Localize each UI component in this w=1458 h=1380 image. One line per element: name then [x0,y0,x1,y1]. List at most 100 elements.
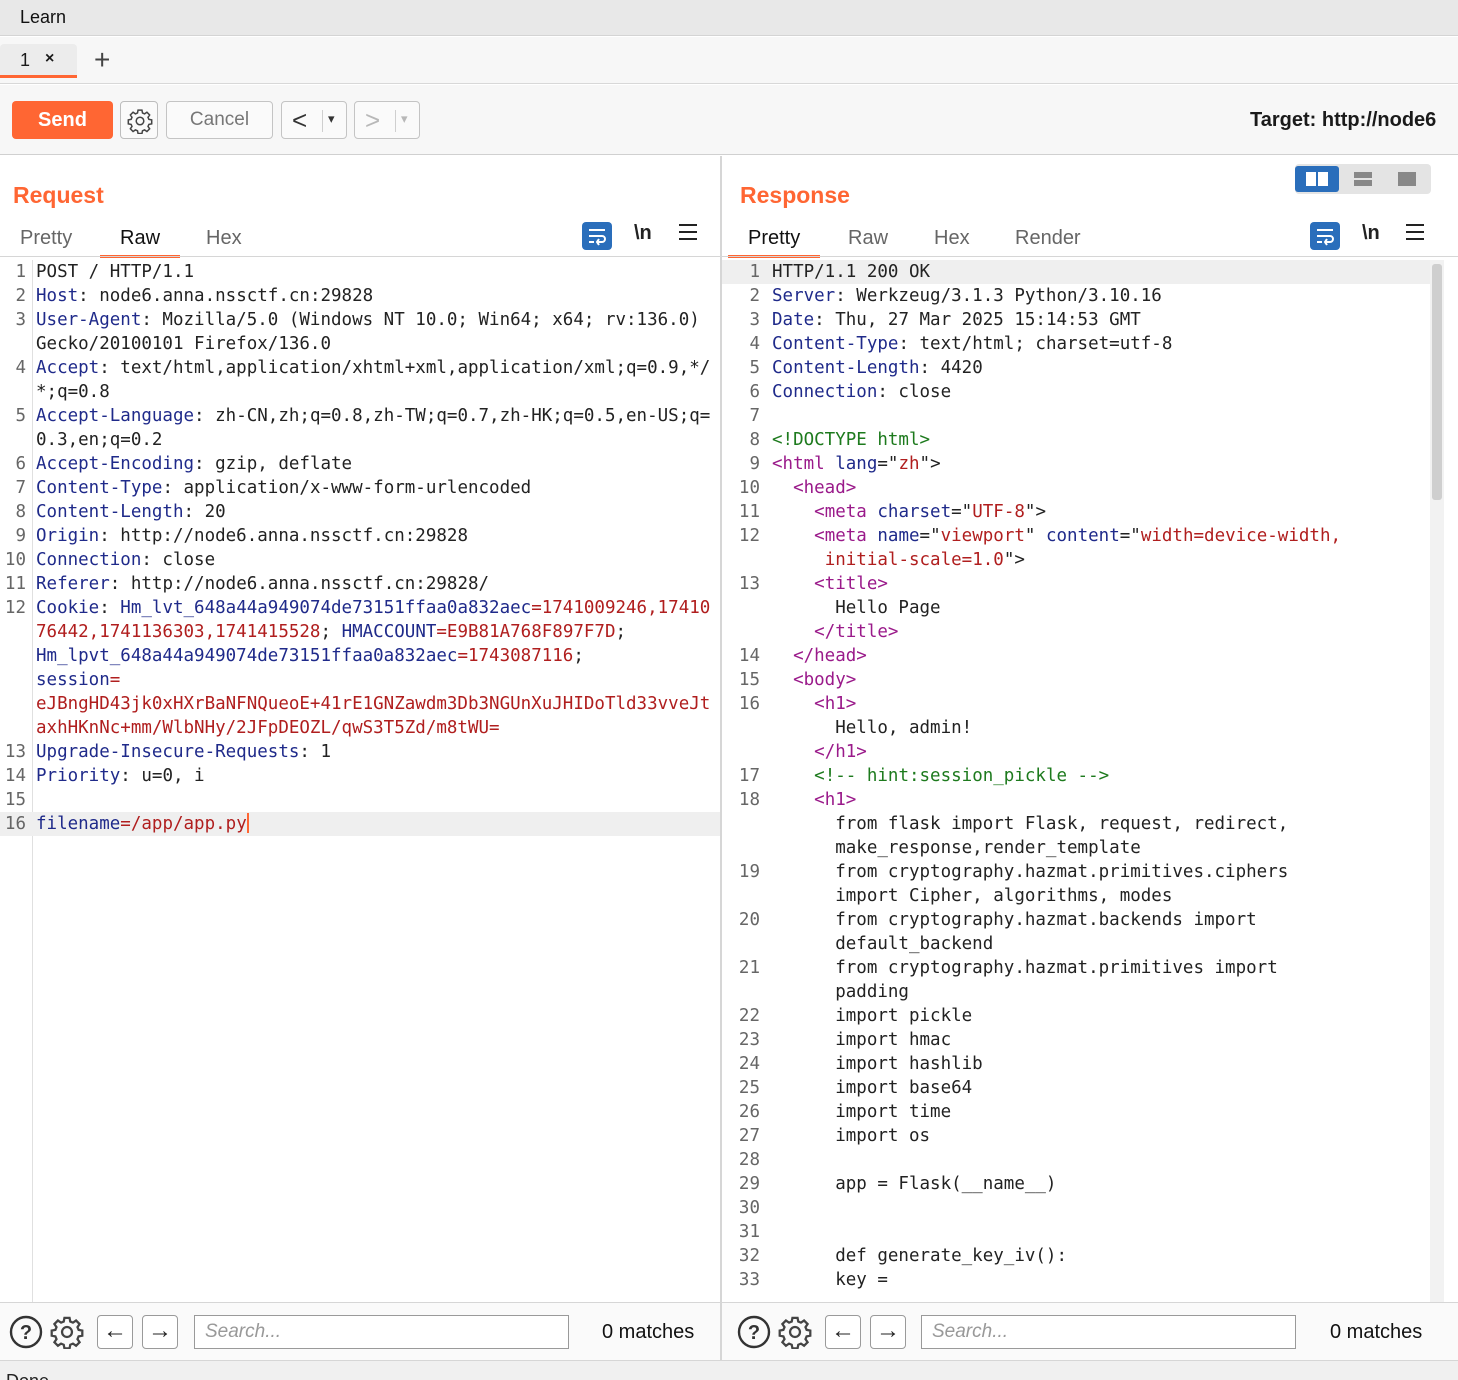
line-content: def generate_key_iv(): [772,1246,1068,1266]
code-line[interactable]: 10 <head> [722,476,1430,500]
code-line[interactable]: 22 import pickle [722,1004,1430,1028]
code-line[interactable]: 13 <title> Hello Page </title> [722,572,1430,644]
code-line[interactable]: 27 import os [722,1124,1430,1148]
newline-toggle-icon[interactable]: \n [634,222,652,245]
code-line[interactable]: 5 Content-Length: 4420 [722,356,1430,380]
response-scrollbar[interactable] [1430,260,1444,1302]
code-line[interactable]: 4 Accept: text/html,application/xhtml+xml… [0,356,720,404]
history-back-button[interactable]: < ▾ [281,101,347,139]
code-line[interactable]: 5 Accept-Language: zh-CN,zh;q=0.8,zh-TW;q… [0,404,720,452]
tab-raw[interactable]: Raw [828,224,908,258]
settings-button[interactable] [120,101,158,139]
line-content: Accept-Encoding: gzip, deflate [36,454,353,474]
tab-raw[interactable]: Raw [100,224,181,258]
tab-hex[interactable]: Hex [914,224,990,258]
response-editor[interactable]: 1 HTTP/1.1 200 OK 2 Server: Werkzeug/3.1.3 … [722,260,1430,1302]
line-content: Server: Werkzeug/3.1.3 Python/3.10.16 [772,286,1162,306]
search-input[interactable]: Search... [921,1315,1296,1349]
code-line[interactable]: 2 Server: Werkzeug/3.1.3 Python/3.10.16 [722,284,1430,308]
search-input[interactable]: Search... [194,1315,569,1349]
next-match-button[interactable]: → [870,1315,906,1349]
tab-1[interactable]: 1 × [0,44,77,78]
menu-learn[interactable]: Learn [20,7,66,28]
code-line[interactable]: 16 filename=/app/app.py [0,812,720,836]
code-line[interactable]: 13 Upgrade-Insecure-Requests: 1 [0,740,720,764]
code-line[interactable]: 15 [0,788,720,812]
chevron-down-icon[interactable]: ▾ [328,111,335,127]
line-content: import os [772,1126,931,1146]
code-line[interactable]: 11 Referer: http://node6.anna.nssctf.cn:2… [0,572,720,596]
code-line[interactable]: 2 Host: node6.anna.nssctf.cn:29828 [0,284,720,308]
code-line[interactable]: 20 from cryptography.hazmat.backends imp… [722,908,1430,956]
code-line[interactable]: 30 [722,1196,1430,1220]
code-line[interactable]: 6 Accept-Encoding: gzip, deflate [0,452,720,476]
newline-toggle-icon[interactable]: \n [1362,222,1380,245]
wrap-lines-icon[interactable] [1310,222,1340,250]
tab-pretty[interactable]: Pretty [728,224,821,258]
code-line[interactable]: 17 <!-- hint:session_pickle --> [722,764,1430,788]
menu-icon[interactable] [679,224,697,245]
code-line[interactable]: 10 Connection: close [0,548,720,572]
previous-match-button[interactable]: ← [825,1315,861,1349]
request-search-bar: ? ← → Search... 0 matches [0,1302,720,1360]
code-line[interactable]: 4 Content-Type: text/html; charset=utf-8 [722,332,1430,356]
code-line[interactable]: 19 from cryptography.hazmat.primitives.c… [722,860,1430,908]
code-line[interactable]: 1 HTTP/1.1 200 OK [722,260,1430,284]
code-line[interactable]: 1 POST / HTTP/1.1 [0,260,720,284]
code-line[interactable]: 25 import base64 [722,1076,1430,1100]
code-line[interactable]: 26 import time [722,1100,1430,1124]
code-line[interactable]: 9 <html lang="zh"> [722,452,1430,476]
layout-side-by-side-icon[interactable] [1295,166,1339,192]
line-number: 15 [4,790,26,810]
code-line[interactable]: 7 Content-Type: application/x-www-form-ur… [0,476,720,500]
next-match-button[interactable]: → [142,1315,178,1349]
code-line[interactable]: 9 Origin: http://node6.anna.nssctf.cn:298… [0,524,720,548]
code-line[interactable]: 8 Content-Length: 20 [0,500,720,524]
layout-tabs-icon[interactable] [1385,166,1429,192]
code-line[interactable]: 32 def generate_key_iv(): [722,1244,1430,1268]
code-line[interactable]: 14 Priority: u=0, i [0,764,720,788]
code-line[interactable]: 23 import hmac [722,1028,1430,1052]
line-number: 33 [738,1270,760,1290]
request-editor[interactable]: 1 POST / HTTP/1.1 2 Host: node6.anna.nssctf… [0,260,720,1302]
line-number: 6 [749,382,760,402]
target-label[interactable]: Target: http://node6 [1250,109,1436,132]
code-line[interactable]: 11 <meta charset="UTF-8"> [722,500,1430,524]
code-line[interactable]: 3 User-Agent: Mozilla/5.0 (Windows NT 10.… [0,308,720,356]
chevron-down-icon[interactable]: ▾ [401,111,408,127]
line-number: 5 [15,406,26,426]
code-line[interactable]: 12 <meta name="viewport" content="width=… [722,524,1430,572]
code-line[interactable]: 33 key = [722,1268,1430,1292]
code-line[interactable]: 21 from cryptography.hazmat.primitives i… [722,956,1430,1004]
send-button[interactable]: Send [12,101,113,139]
close-icon[interactable]: × [45,50,54,68]
code-line[interactable]: 14 </head> [722,644,1430,668]
line-number: 8 [15,502,26,522]
menu-icon[interactable] [1406,224,1424,245]
code-line[interactable]: 24 import hashlib [722,1052,1430,1076]
tab-hex[interactable]: Hex [186,224,262,258]
code-line[interactable]: 6 Connection: close [722,380,1430,404]
wrap-lines-icon[interactable] [582,222,612,250]
help-icon[interactable]: ? [9,1315,43,1349]
code-line[interactable]: 31 [722,1220,1430,1244]
code-line[interactable]: 12 Cookie: Hm_lvt_648a44a949074de73151ffa… [0,596,720,740]
code-line[interactable]: 16 <h1> Hello, admin! </h1> [722,692,1430,764]
history-forward-button[interactable]: > ▾ [354,101,420,139]
code-line[interactable]: 18 <h1> from flask import Flask, request… [722,788,1430,860]
tab-render[interactable]: Render [995,224,1101,258]
code-line[interactable]: 7 [722,404,1430,428]
gear-icon[interactable] [50,1315,84,1349]
help-icon[interactable]: ? [737,1315,771,1349]
previous-match-button[interactable]: ← [97,1315,133,1349]
code-line[interactable]: 28 [722,1148,1430,1172]
code-line[interactable]: 29 app = Flask(__name__) [722,1172,1430,1196]
layout-stacked-icon[interactable] [1341,166,1385,192]
code-line[interactable]: 15 <body> [722,668,1430,692]
code-line[interactable]: 8 <!DOCTYPE html> [722,428,1430,452]
code-line[interactable]: 3 Date: Thu, 27 Mar 2025 15:14:53 GMT [722,308,1430,332]
cancel-button[interactable]: Cancel [166,101,273,139]
tab-pretty[interactable]: Pretty [0,224,92,258]
add-tab-icon[interactable]: + [94,46,110,74]
gear-icon[interactable] [778,1315,812,1349]
